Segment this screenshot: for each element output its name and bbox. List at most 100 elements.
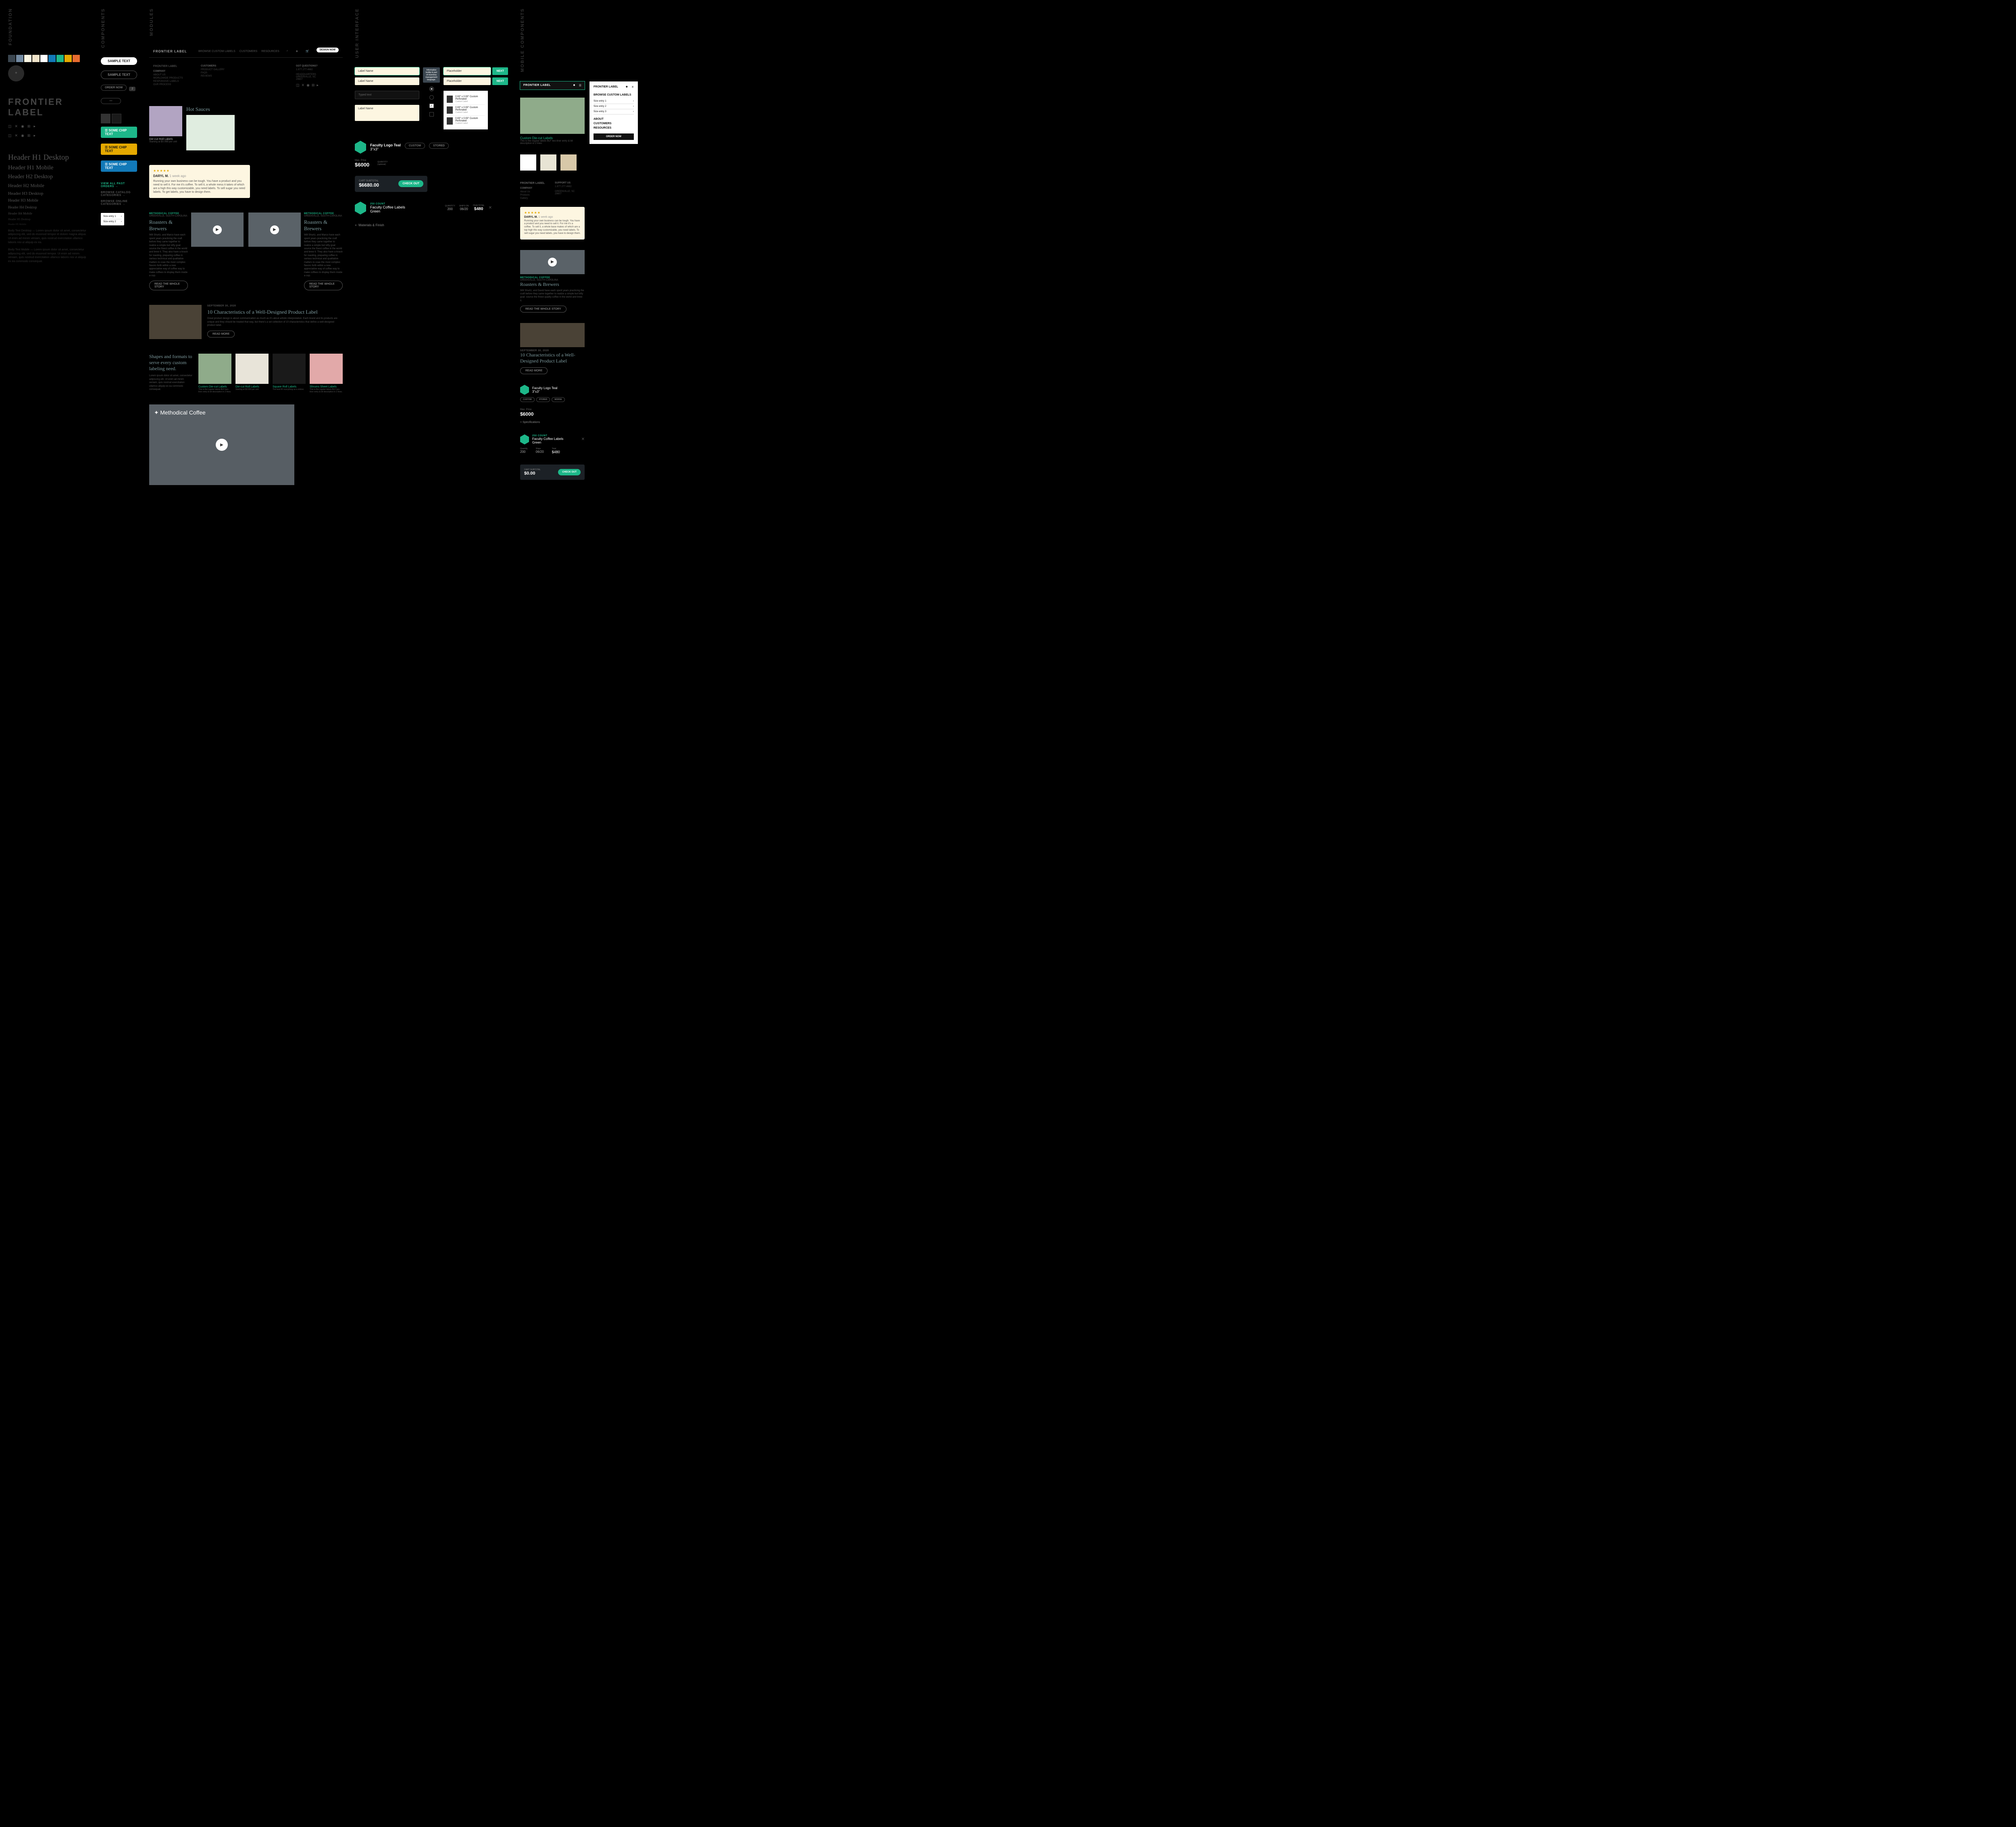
social-ico[interactable]: ▸ [317,83,319,87]
read-story-button[interactable]: READ THE WHOLE STORY [520,306,566,312]
read-story-button[interactable]: READ THE WHOLE STORY [304,281,343,290]
mf-link[interactable]: Products [520,194,550,196]
footer-link[interactable]: REVIEWS [201,75,244,77]
design-now-button[interactable]: DESIGN NOW [317,48,339,52]
accordion-row[interactable]: + Materials & Finish [355,223,508,227]
footer-link[interactable]: OUR PROCESS [153,83,196,86]
drop-item[interactable]: 0.93" x 0.93" Custom PerforatedCustom La… [447,105,485,116]
product-card[interactable]: Custom Die-cut LabelsThis is the regular… [198,354,231,393]
order-pill[interactable]: ORDER NOW [101,85,127,91]
spec-accordion[interactable]: + Specifications [520,421,585,424]
bp-about[interactable]: ABOUT [594,118,634,121]
pill-solid[interactable]: SAMPLE TEXT [101,57,137,65]
footer-link[interactable]: WORLDWIDE PRODUCTS [153,77,196,79]
social-ico[interactable]: ✕ [15,124,18,129]
nav-item[interactable]: RESOURCES [261,50,279,53]
footer-link[interactable]: FAQS [201,72,244,74]
social-ico[interactable]: ⊞ [27,124,31,129]
bp-row[interactable]: Size entry 3› [594,109,634,115]
text-input-focused[interactable]: Label Name [355,67,419,75]
social-ico[interactable]: ✕ [15,133,18,138]
pill-outline[interactable]: SAMPLE TEXT [101,71,137,79]
swatch [40,55,48,62]
nav-item[interactable]: BROWSE CUSTOM LABELS [198,50,235,53]
next-button[interactable]: NEXT [492,77,508,85]
bp-row[interactable]: Size entry 2› [594,104,634,109]
social-ico[interactable]: ✕ [302,83,305,87]
footer-link[interactable]: RESPONSIVE LABELS [153,80,196,83]
menu-icon[interactable]: ☰ [579,84,581,87]
read-more-button[interactable]: READ MORE [520,367,548,374]
bp-order-button[interactable]: ORDER NOW [594,133,634,140]
video-thumb[interactable]: ▶ [520,250,585,274]
social-ico[interactable]: ◫ [8,133,12,138]
checkout-button[interactable]: CHECK OUT [398,180,423,187]
product-card[interactable]: Shrums Sheet LabelsThis is the regular l… [310,354,343,393]
footer-link[interactable]: 1.877.277.4682 [296,69,339,71]
mh-logo[interactable]: FRONTIER LABEL [523,84,551,87]
checkbox-unchecked[interactable] [429,112,434,117]
mf-link[interactable]: About Us [520,191,550,193]
checkout-button[interactable]: CHECK OUT [558,469,581,475]
text-input[interactable]: Placeholder [444,77,491,85]
chip-blue[interactable]: ☰ SOME CHIP TEXT [101,160,137,172]
chip-teal[interactable]: ☰ SOME CHIP TEXT [101,127,137,138]
social-ico[interactable]: ◉ [306,83,310,87]
nav-item[interactable]: CUSTOMERS [240,50,258,53]
read-more-button[interactable]: READ MORE [207,331,235,337]
text-input-dark[interactable]: Typed text [355,91,419,99]
mh-logo[interactable]: FRONTIER LABEL [594,85,618,88]
video-thumb[interactable]: ▶ [191,212,244,247]
social-ico[interactable]: ⊞ [27,133,31,138]
product-card[interactable]: Die-cut Roll LabelsStarting at $0.069 pe… [235,354,269,393]
read-story-button[interactable]: READ THE WHOLE STORY [149,281,188,290]
user-icon[interactable]: ☻ [573,84,575,87]
checkbox-checked[interactable]: ✓ [429,104,434,108]
social-ico[interactable]: ◉ [21,124,24,129]
footer-link[interactable]: ABOUT US [153,74,196,76]
hex-icon [520,434,529,444]
social-ico[interactable]: ⊞ [312,83,315,87]
bp-row[interactable]: Size entry 1› [594,99,634,104]
close-icon[interactable]: ✕ [581,437,585,442]
social-ico[interactable]: ▸ [33,124,35,129]
header-logo[interactable]: FRONTIER LABEL [153,50,187,53]
close-icon[interactable]: ✕ [489,206,492,210]
user-icon[interactable]: ☻ [625,85,628,88]
dropdown-panel: 0.93" x 0.93" Custom PerforatedCustom La… [444,91,488,129]
drop-item[interactable]: 0.93" x 0.93" Custom PerforatedCustom La… [447,116,485,126]
footer-link[interactable]: PRODUCT GALLERY [201,69,244,71]
link-browse[interactable]: BROWSE CATALOG CATEGORIES → [101,191,137,197]
video-thumb[interactable]: ▶ [248,212,301,247]
mf-link[interactable]: 1.877.277.4682 [555,185,585,188]
product-card[interactable]: Die-cut Roll Labels Starting at $0.069 p… [149,106,182,150]
link-past-orders[interactable]: VIEW ALL PAST ORDERS → [101,182,137,188]
social-ico[interactable]: ◉ [21,133,24,138]
search-icon[interactable]: ⌕ [287,50,288,53]
swatch [16,55,23,62]
h3-desktop: Header H3 Desktop [8,191,89,196]
next-button[interactable]: NEXT [492,67,508,75]
drop-item[interactable]: 0.93" x 0.93" Custom PerforatedCustom La… [447,94,485,105]
mf-link[interactable]: Gallery [520,197,550,200]
pill-tiny[interactable]: — [101,98,121,104]
link-online[interactable]: BROWSE ONLINE CATEGORIES → [101,200,137,206]
chip-gold[interactable]: ☰ SOME CHIP TEXT [101,144,137,155]
browse-mini-card[interactable]: Size entry 1› Size entry 2› [101,213,124,225]
radio-unchecked[interactable] [429,95,434,100]
bp-res[interactable]: RESOURCES [594,127,634,129]
social-ico[interactable]: ▸ [33,133,35,138]
social-ico[interactable]: ◫ [296,83,300,87]
textarea[interactable]: Label Name [355,105,419,121]
cart-icon[interactable]: 🛒 [306,50,309,53]
product-card[interactable]: Square Roll LabelsThe best fit! everythi… [273,354,306,393]
social-ico[interactable]: ◫ [8,124,12,129]
logo-bug: ✦ [8,65,24,81]
radio-checked[interactable] [429,87,434,91]
user-icon[interactable]: ☻ [296,50,298,53]
bp-cust[interactable]: CUSTOMERS [594,122,634,125]
close-icon[interactable]: ✕ [631,85,634,89]
text-input[interactable]: Placeholder [444,67,491,75]
text-input[interactable]: Label Name [355,77,419,85]
hero-video[interactable]: ✦ Methodical Coffee ▶ [149,404,294,485]
